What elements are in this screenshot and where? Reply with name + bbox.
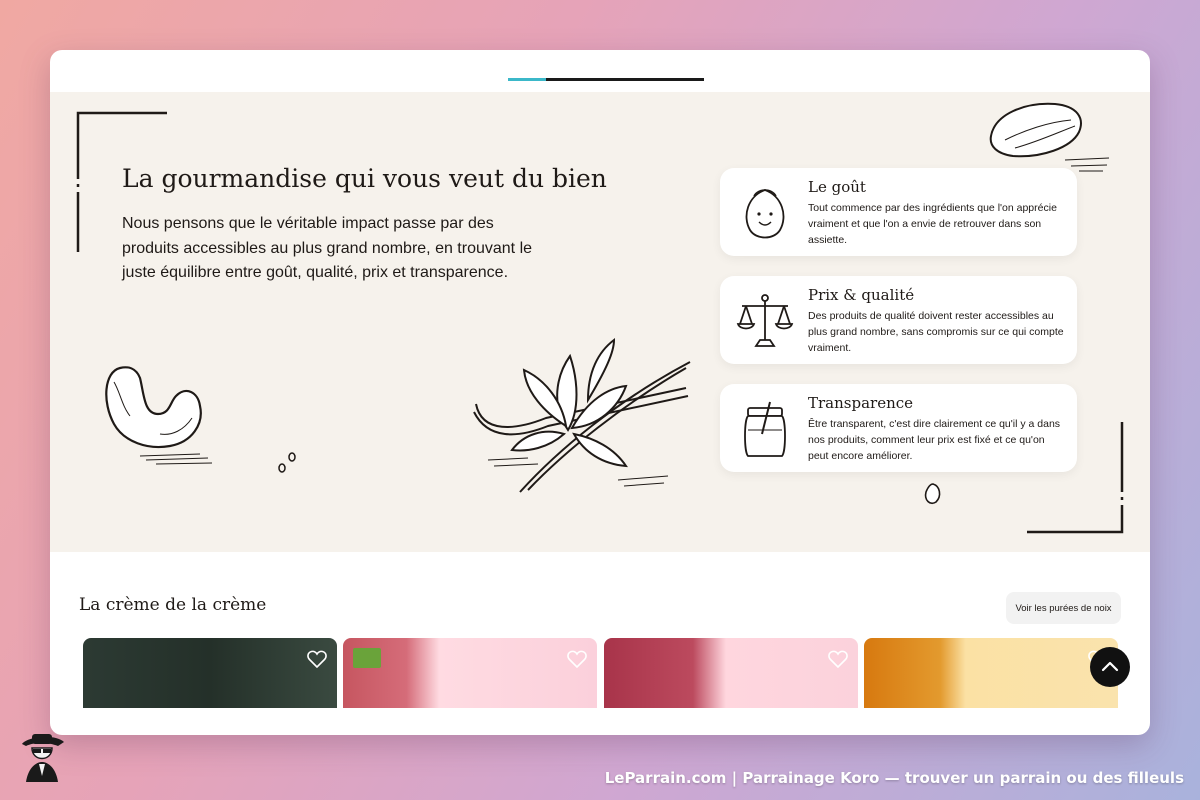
see-all-nut-butters-button[interactable]: Voir les purées de noix	[1006, 592, 1121, 624]
organic-label-icon	[353, 648, 381, 668]
cashew-illustration-icon	[105, 366, 213, 465]
product-card[interactable]	[864, 638, 1118, 708]
scroll-to-top-button[interactable]	[1090, 647, 1130, 687]
corner-bracket-icon	[1027, 422, 1124, 534]
hero-description: Nous pensons que le véritable impact pas…	[122, 215, 533, 281]
carousel-progress-bar	[508, 78, 704, 81]
value-card-transparency: Transparence Être transparent, c'est dir…	[720, 384, 1077, 472]
seed-illustration-icon	[924, 483, 941, 505]
value-title: Transparence	[808, 394, 914, 412]
scale-icon	[736, 294, 794, 347]
chevron-up-icon	[1101, 661, 1119, 672]
hazelnut-icon	[745, 189, 785, 239]
value-text: Tout commence par des ingrédients que l'…	[808, 202, 1057, 246]
product-card[interactable]	[343, 638, 597, 708]
value-card-price-quality: Prix & qualité Des produits de qualité d…	[720, 276, 1077, 364]
value-card-taste: Le goût Tout commence par des ingrédient…	[720, 168, 1077, 256]
jar-icon	[744, 401, 786, 457]
carousel-progress-active	[508, 78, 546, 81]
browser-window: La gourmandise qui vous veut du bien Nou…	[50, 50, 1150, 735]
product-card[interactable]	[604, 638, 858, 708]
product-card[interactable]	[83, 638, 337, 708]
value-title: Prix & qualité	[808, 286, 915, 304]
section-title: La crème de la crème	[79, 595, 267, 615]
crumbs-illustration-icon	[278, 452, 296, 473]
leparrain-logo-icon	[22, 734, 64, 782]
hero-section: La gourmandise qui vous veut du bien Nou…	[50, 92, 1150, 552]
value-title: Le goût	[808, 178, 866, 196]
vanilla-flower-illustration-icon	[473, 337, 691, 493]
footer-caption: LeParrain.com | Parrainage Koro — trouve…	[604, 769, 1184, 787]
almond-illustration-icon	[989, 102, 1110, 172]
value-text: Des produits de qualité doivent rester a…	[808, 310, 1064, 354]
heart-icon[interactable]	[828, 650, 848, 668]
hero-title: La gourmandise qui vous veut du bien	[122, 164, 607, 193]
heart-icon[interactable]	[567, 650, 587, 668]
heart-icon[interactable]	[307, 650, 327, 668]
